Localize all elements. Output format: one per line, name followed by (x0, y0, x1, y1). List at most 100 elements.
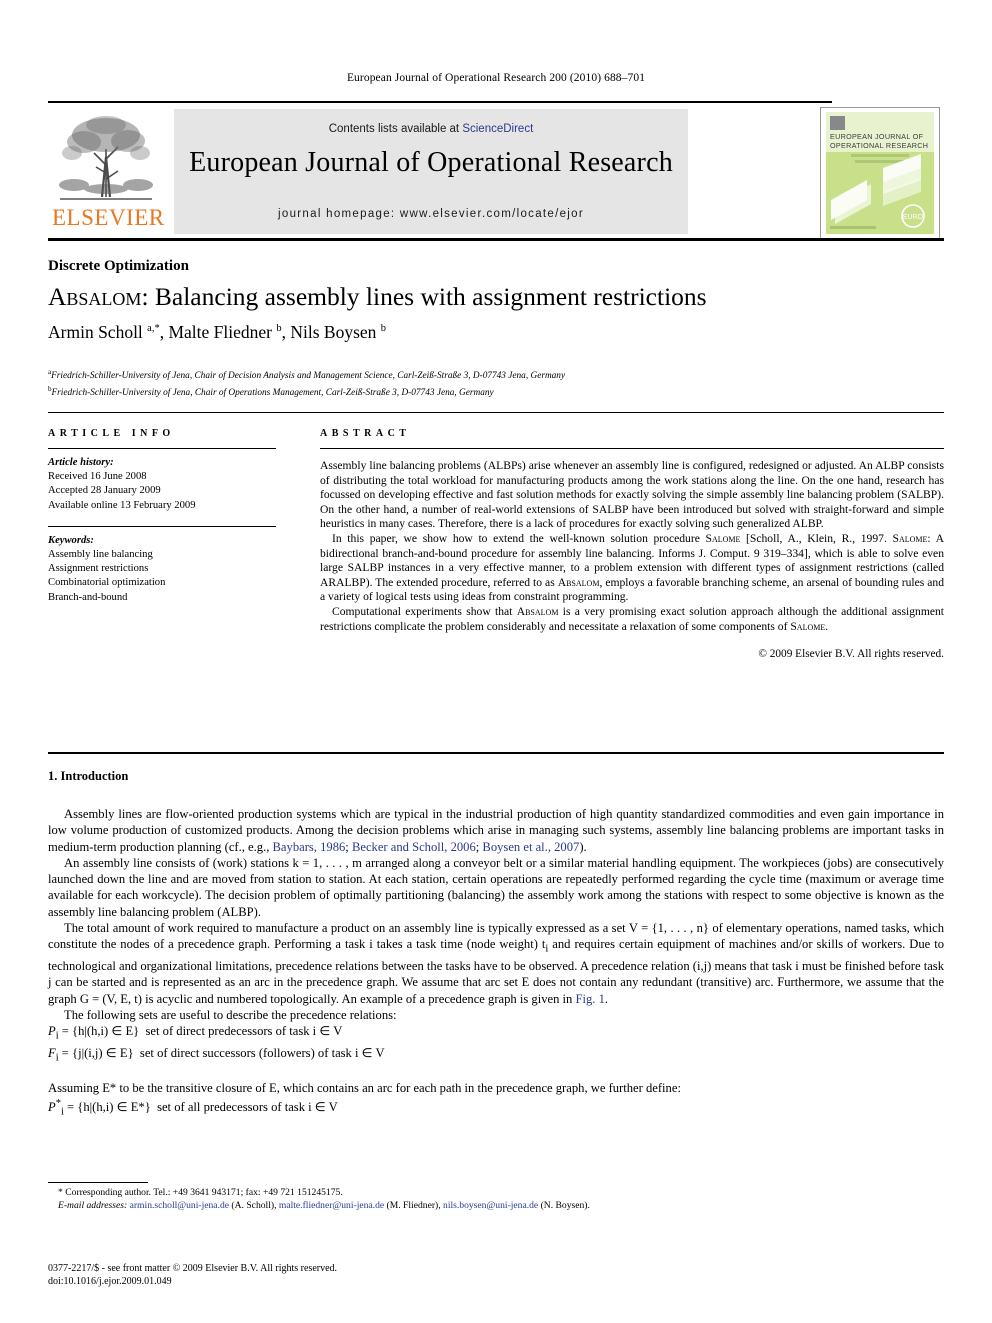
definition-direct-predecessors: Pi = {h|(h,i) ∈ E} set of direct predece… (48, 1024, 343, 1042)
abs-p2-sc1: Salome (705, 531, 741, 545)
abs-p3-t1: Computational experiments show that (332, 604, 517, 618)
keyword-item-0: Assembly line balancing (48, 549, 153, 561)
article-title-rest: : Balancing assembly lines with assignme… (141, 282, 707, 311)
affiliation-b: bFriedrich-Schiller-University of Jena, … (48, 383, 948, 400)
masthead-top-rule (48, 101, 832, 103)
affiliation-list: aFriedrich-Schiller-University of Jena, … (48, 366, 948, 399)
body-paragraph-2: An assembly line consists of (work) stat… (48, 855, 944, 919)
definition-direct-successors: Fi = {j|(i,j) ∈ E} set of direct success… (48, 1046, 385, 1064)
abstract-body: Assembly line balancing problems (ALBPs)… (320, 459, 944, 662)
keyword-item-2: Combinatorial optimization (48, 577, 166, 589)
body-paragraph-4: The following sets are useful to describ… (64, 1008, 397, 1023)
article-history-label: Article history: (48, 457, 114, 468)
contents-prefix-text: Contents lists available at (328, 123, 463, 135)
article-info-rule (48, 448, 276, 449)
footnote-emails: E-mail addresses: armin.scholl@uni-jena.… (48, 1200, 944, 1213)
article-info-column: ARTICLE INFO Article history: Received 1… (48, 428, 276, 605)
abs-p2-t1: In this paper, we show how to extend the… (332, 531, 706, 545)
definition-block-1: Pi = {h|(h,i) ∈ E} set of direct predece… (48, 1023, 944, 1067)
corresponding-text: Corresponding author. Tel.: +49 3641 943… (65, 1187, 343, 1198)
article-keywords-rule (48, 525, 276, 527)
journal-cover-thumbnail: EUROPEAN JOURNAL OF OPERATIONAL RESEARCH… (820, 107, 940, 239)
author-list: Armin Scholl a,*, Malte Fliedner b, Nils… (48, 322, 948, 343)
article-title: Absalom: Balancing assembly lines with a… (48, 282, 948, 312)
elsevier-tree-icon (54, 109, 158, 205)
corresponding-marker: * (58, 1187, 63, 1198)
def1-text: = {h|(h,i) ∈ E} set of direct predecesso… (58, 1024, 343, 1039)
affiliation-b-text: Friedrich-Schiller-University of Jena, C… (51, 387, 494, 398)
affiliation-a-text: Friedrich-Schiller-University of Jena, C… (51, 371, 566, 382)
abstract-paragraph-2: In this paper, we show how to extend the… (320, 532, 944, 605)
figure-1-link[interactable]: Fig. 1 (575, 992, 604, 1006)
journal-header-band: Contents lists available at ScienceDirec… (174, 109, 688, 234)
journal-homepage-link[interactable]: journal homepage: www.elsevier.com/locat… (174, 208, 688, 220)
body-paragraph-1: Assembly lines are flow-oriented product… (48, 806, 944, 855)
body-p1-sep1: ; (345, 839, 352, 854)
cover-artwork-icon: EUROPEAN JOURNAL OF OPERATIONAL RESEARCH… (821, 108, 939, 238)
abs-p2-t2: [Scholl, A., Klein, R., 1997. (740, 531, 893, 545)
tree-drawing-icon (59, 116, 153, 200)
article-info-heading: ARTICLE INFO (48, 428, 175, 439)
journal-masthead: ELSEVIER Contents lists available at Sci… (48, 101, 944, 241)
email-link-boysen[interactable]: nils.boysen@uni-jena.de (443, 1200, 538, 1211)
doi-line: doi:10.1016/j.ejor.2009.01.049 (48, 1276, 172, 1288)
abstract-paragraph-3: Computational experiments show that Absa… (320, 605, 944, 634)
history-item-accepted: Accepted 28 January 2009 (48, 485, 161, 497)
authors-text: Armin Scholl a,*, Malte Fliedner b, Nils… (48, 322, 387, 342)
journal-title: European Journal of Operational Research (189, 147, 673, 178)
abstract-band-top-rule (48, 412, 944, 413)
elsevier-wordmark: ELSEVIER (52, 205, 165, 230)
abs-p3-sc2: Salome (790, 619, 826, 633)
email-name-scholl: (A. Scholl), (229, 1199, 279, 1211)
introduction-body: Assembly lines are flow-oriented product… (48, 806, 944, 1121)
issn-line: 0377-2217/$ - see front matter © 2009 El… (48, 1263, 338, 1274)
keyword-item-1: Assignment restrictions (48, 563, 149, 575)
citation-becker-scholl-2006[interactable]: Becker and Scholl, 2006 (352, 840, 476, 854)
introduction-heading: 1. Introduction (48, 769, 129, 783)
body-p1-end: ). (579, 839, 587, 854)
abstract-copyright: © 2009 Elsevier B.V. All rights reserved… (758, 648, 944, 661)
citation-baybars-1986[interactable]: Baybars, 1986 (273, 840, 346, 854)
body-paragraph-5: Assuming E* to be the transitive closure… (48, 1081, 681, 1095)
journal-section-tag: Discrete Optimization (48, 258, 189, 274)
sciencedirect-link[interactable]: ScienceDirect (462, 123, 533, 135)
body-p3-end: . (604, 991, 609, 1006)
keyword-item-3: Branch-and-bound (48, 591, 128, 603)
email-name-fliedner: (M. Fliedner), (384, 1199, 444, 1211)
history-item-online: Available online 13 February 2009 (48, 499, 196, 511)
keywords-label: Keywords: (48, 534, 94, 546)
email-link-fliedner[interactable]: malte.fliedner@uni-jena.de (279, 1200, 384, 1211)
article-history-group: Article history: Received 16 June 2008 A… (48, 456, 276, 513)
abs-p2-sc3: Absalom (557, 575, 600, 589)
contents-available-line: Contents lists available at ScienceDirec… (174, 123, 688, 135)
journal-article-page: European Journal of Operational Research… (0, 0, 992, 1323)
definition-block-2: P*i = {h|(h,i) ∈ E*} set of all predeces… (48, 1096, 944, 1121)
abs-p3-sc1: Absalom (516, 604, 559, 618)
email-label: E-mail addresses: (58, 1199, 128, 1211)
abstract-rule (320, 448, 944, 449)
article-title-smallcaps: Absalom (48, 282, 142, 311)
svg-text:OPERATIONAL RESEARCH: OPERATIONAL RESEARCH (830, 141, 928, 150)
abs-p3-t3: . (825, 619, 829, 633)
citation-boysen-2007[interactable]: Boysen et al., 2007 (482, 840, 579, 854)
definition-all-predecessors: P*i = {h|(h,i) ∈ E*} set of all predeces… (48, 1098, 338, 1118)
footnote-separator-rule (48, 1182, 148, 1183)
svg-text:EUROPEAN JOURNAL OF: EUROPEAN JOURNAL OF (830, 132, 924, 141)
email-link-scholl[interactable]: armin.scholl@uni-jena.de (130, 1200, 229, 1211)
abstract-heading: ABSTRACT (320, 428, 411, 439)
footnote-corresponding-author: * Corresponding author. Tel.: +49 3641 9… (48, 1187, 944, 1200)
definition-spacer (48, 1067, 944, 1080)
running-head: European Journal of Operational Research… (346, 72, 646, 84)
footnote-block: * Corresponding author. Tel.: +49 3641 9… (48, 1187, 944, 1212)
keywords-group: Keywords: Assembly line balancing Assign… (48, 534, 276, 605)
def3-text: = {h|(h,i) ∈ E*} set of all predecessors… (63, 1100, 338, 1115)
abstract-band-bottom-rule (48, 752, 944, 754)
abs-p2-sc2: Salome (892, 531, 928, 545)
def2-text: = {j|(i,j) ∈ E} set of direct successors… (58, 1046, 385, 1061)
affiliation-a: aFriedrich-Schiller-University of Jena, … (48, 366, 948, 383)
issn-copyright-block: 0377-2217/$ - see front matter © 2009 El… (48, 1262, 944, 1289)
email-name-boysen: (N. Boysen). (538, 1199, 590, 1211)
elsevier-logo: ELSEVIER (52, 109, 165, 233)
abstract-paragraph-1: Assembly line balancing problems (ALBPs)… (320, 459, 944, 531)
abstract-column: ABSTRACT Assembly line balancing problem… (320, 428, 944, 662)
